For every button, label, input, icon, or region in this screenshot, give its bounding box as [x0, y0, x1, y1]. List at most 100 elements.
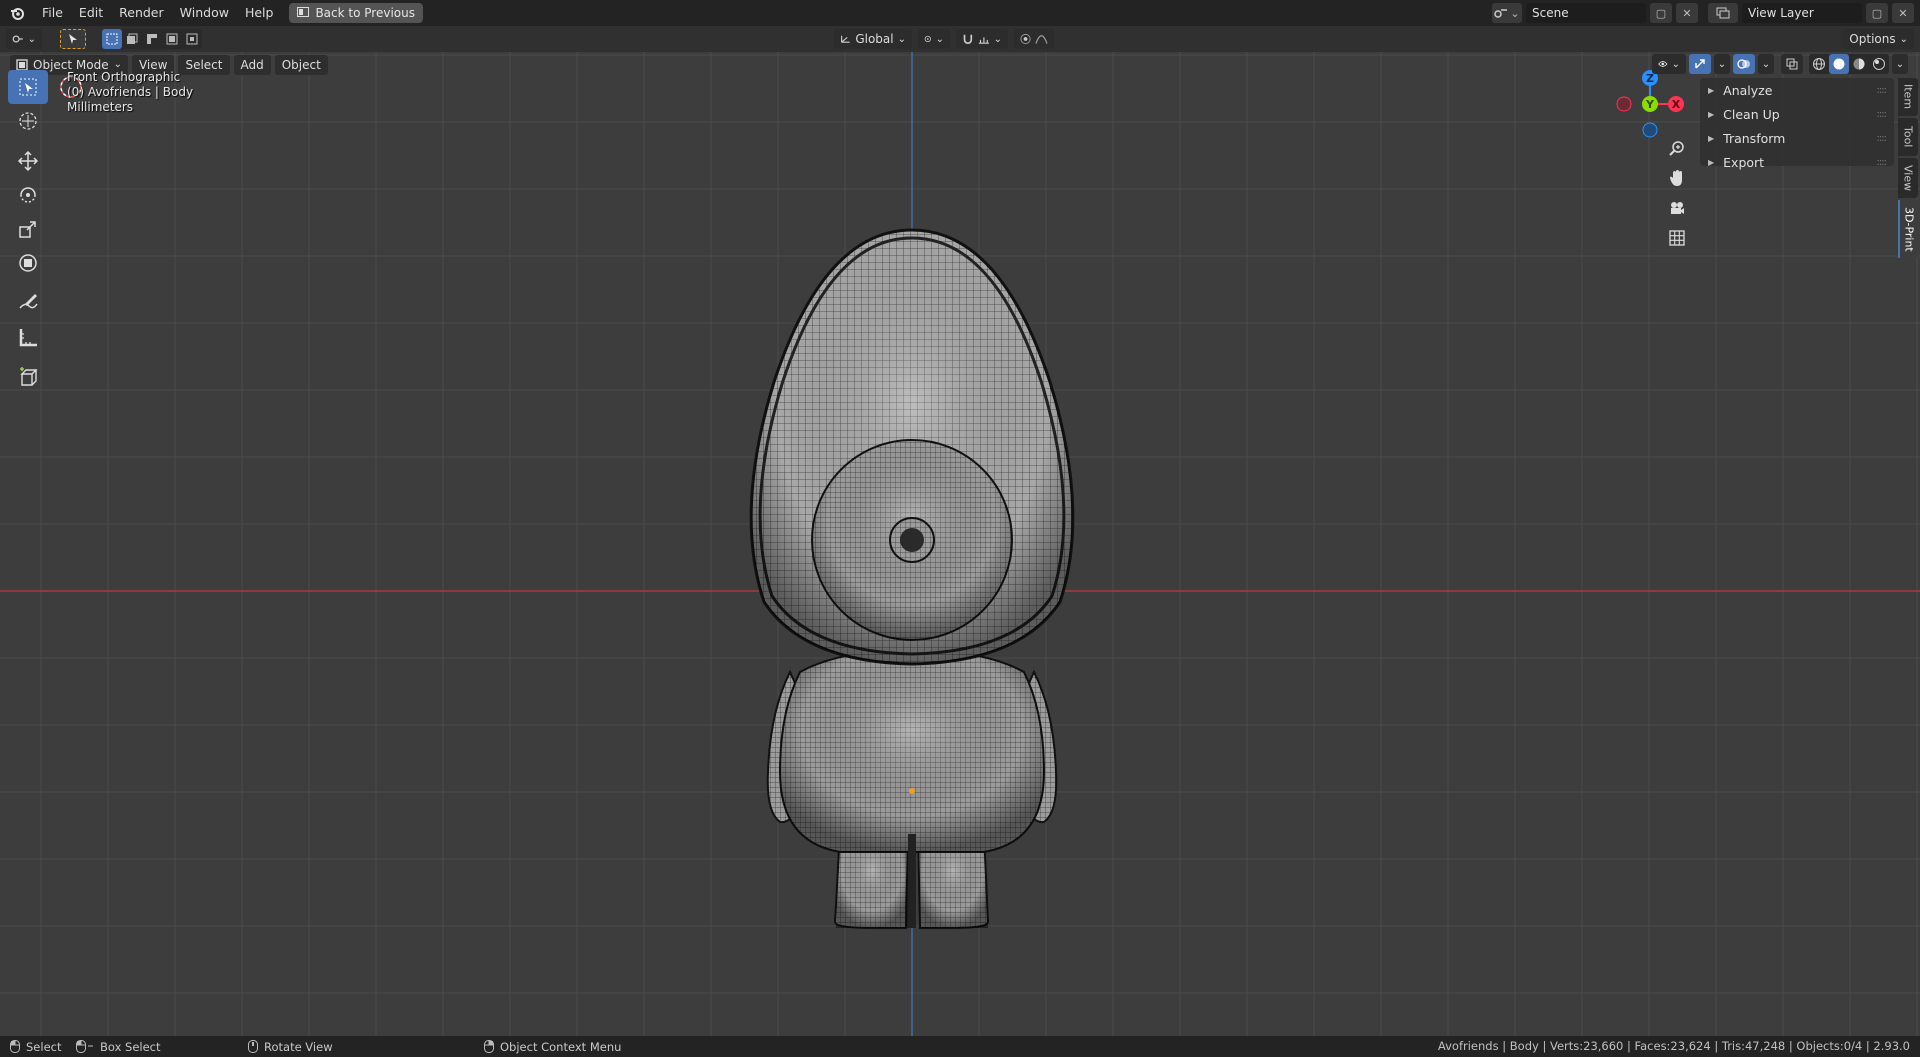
solid-shading-icon[interactable] — [1829, 54, 1849, 74]
status-rotate-view-hint: Rotate View — [248, 1040, 333, 1054]
select-cursor-icon — [19, 78, 37, 96]
select-invert-icon[interactable] — [162, 29, 182, 49]
delete-view-layer-icon[interactable]: ✕ — [1892, 3, 1914, 23]
xray-toggle-button[interactable] — [1781, 54, 1803, 74]
mouse-left-icon — [10, 1040, 20, 1053]
transform-orientation-label: Global — [855, 32, 894, 46]
options-dropdown[interactable]: Options ⌄ — [1843, 29, 1914, 49]
cursor-icon — [19, 112, 37, 130]
view-layer-icon[interactable] — [1708, 3, 1738, 23]
snapping-group[interactable]: ⌄ — [956, 29, 1008, 49]
panel-export-label: Export — [1723, 154, 1765, 170]
scale-tool[interactable] — [8, 212, 48, 246]
collapse-arrow-icon: ▶ — [1708, 157, 1715, 167]
panel-analyze[interactable]: ▶ Analyze :::: — [1700, 78, 1894, 102]
viewport-menu-select[interactable]: Select — [178, 55, 230, 75]
mouse-right-icon — [484, 1040, 494, 1053]
back-to-previous-button[interactable]: Back to Previous — [289, 3, 423, 23]
new-view-layer-icon[interactable]: ▢ — [1866, 3, 1888, 23]
pan-view-hand-icon[interactable] — [1663, 164, 1691, 192]
status-context-menu-hint: Object Context Menu — [484, 1040, 621, 1054]
panel-transform-label: Transform — [1723, 130, 1786, 146]
camera-view-icon[interactable] — [1663, 194, 1691, 222]
select-subtract-icon[interactable] — [142, 29, 162, 49]
move-tool[interactable] — [8, 144, 48, 178]
shading-mode-group — [1809, 54, 1889, 74]
wireframe-shading-icon[interactable] — [1809, 54, 1829, 74]
gizmo-toggle-button[interactable] — [1689, 54, 1711, 74]
transform-tool[interactable] — [8, 246, 48, 280]
menu-render[interactable]: Render — [111, 0, 172, 26]
select-new-icon[interactable] — [102, 29, 122, 49]
pivot-point-dropdown[interactable]: ⌄ — [918, 29, 950, 49]
scene-statistics: Avofriends | Body | Verts:23,660 | Faces… — [1437, 1039, 1910, 1053]
rendered-shading-icon[interactable] — [1869, 54, 1889, 74]
drag-handle-icon[interactable]: :::: — [1877, 109, 1888, 120]
editor-type-button[interactable]: ⌄ — [6, 29, 42, 49]
tab-3d-print[interactable]: 3D-Print — [1898, 200, 1918, 258]
svg-text:X: X — [1672, 98, 1681, 111]
blender-logo-icon[interactable] — [0, 0, 34, 26]
status-select-hint: Select — [10, 1040, 61, 1054]
viewport-menu-object[interactable]: Object — [274, 55, 328, 75]
status-bar: Select Box Select Rotate View Object Con… — [0, 1036, 1920, 1057]
drag-handle-icon[interactable]: :::: — [1877, 157, 1888, 168]
drag-handle-icon[interactable]: :::: — [1877, 133, 1888, 144]
drag-handle-icon[interactable]: :::: — [1877, 85, 1888, 96]
view-layer-field[interactable]: View Layer — [1742, 3, 1862, 23]
annotate-tool[interactable] — [8, 286, 48, 320]
overlays-icon — [1737, 59, 1750, 69]
menu-help[interactable]: Help — [237, 0, 282, 26]
new-scene-icon[interactable]: ▢ — [1650, 3, 1672, 23]
active-tool-icon[interactable] — [60, 29, 86, 49]
add-cube-tool[interactable] — [8, 360, 48, 394]
tab-view[interactable]: View — [1898, 158, 1918, 198]
xray-icon — [1786, 58, 1798, 70]
menu-edit[interactable]: Edit — [71, 0, 111, 26]
status-box-select-hint: Box Select — [76, 1040, 161, 1054]
perspective-toggle-grid-icon[interactable] — [1663, 224, 1691, 252]
move-icon — [17, 150, 39, 172]
orientation-icon — [841, 35, 850, 43]
select-extend-icon[interactable] — [122, 29, 142, 49]
proportional-editing-group[interactable] — [1014, 29, 1054, 49]
delete-scene-icon[interactable]: ✕ — [1676, 3, 1698, 23]
collapse-arrow-icon: ▶ — [1708, 133, 1715, 143]
visibility-dropdown[interactable]: ⌄ — [1652, 54, 1686, 74]
gizmo-neg-x-axis[interactable] — [1616, 96, 1632, 112]
gizmo-dropdown[interactable]: ⌄ — [1714, 54, 1730, 74]
menu-file[interactable]: File — [34, 0, 71, 26]
mouse-drag-icon — [76, 1040, 93, 1053]
collapse-arrow-icon: ▶ — [1708, 109, 1715, 119]
menu-window[interactable]: Window — [172, 0, 237, 26]
transform-orientation-dropdown[interactable]: Global ⌄ — [834, 29, 912, 49]
annotate-pencil-icon — [19, 294, 38, 309]
overlays-toggle-button[interactable] — [1733, 54, 1755, 74]
panel-transform[interactable]: ▶ Transform :::: — [1700, 126, 1894, 150]
status-box-select-label: Box Select — [100, 1039, 161, 1054]
tab-item[interactable]: Item — [1898, 78, 1918, 116]
panel-clean-up[interactable]: ▶ Clean Up :::: — [1700, 102, 1894, 126]
scene-name-field[interactable]: Scene — [1526, 3, 1646, 23]
select-box-tool[interactable] — [8, 70, 48, 104]
select-intersect-icon[interactable] — [182, 29, 202, 49]
measure-tool[interactable] — [8, 320, 48, 354]
3d-viewport[interactable]: Object Mode ⌄ View Select Add Object Fro… — [0, 52, 1920, 1036]
gizmo-neg-z-axis[interactable] — [1642, 122, 1658, 138]
material-preview-shading-icon[interactable] — [1849, 54, 1869, 74]
transform-icon — [19, 254, 37, 272]
zoom-view-icon[interactable] — [1663, 134, 1691, 162]
viewport-menu-add[interactable]: Add — [233, 55, 271, 75]
gizmo-arrows-icon — [1695, 59, 1705, 69]
mouse-middle-icon — [248, 1040, 258, 1053]
avocado-character-mesh — [749, 228, 1075, 929]
tab-tool[interactable]: Tool — [1898, 118, 1918, 156]
cursor-tool[interactable] — [8, 104, 48, 138]
panel-clean-up-label: Clean Up — [1723, 106, 1780, 122]
rotate-tool[interactable] — [8, 178, 48, 212]
shading-dropdown[interactable]: ⌄ — [1892, 54, 1908, 74]
scene-selector-icon[interactable]: ⌄ — [1492, 3, 1522, 23]
panel-export[interactable]: ▶ Export :::: — [1700, 150, 1894, 174]
overlays-dropdown[interactable]: ⌄ — [1758, 54, 1774, 74]
add-cube-icon — [20, 367, 38, 386]
